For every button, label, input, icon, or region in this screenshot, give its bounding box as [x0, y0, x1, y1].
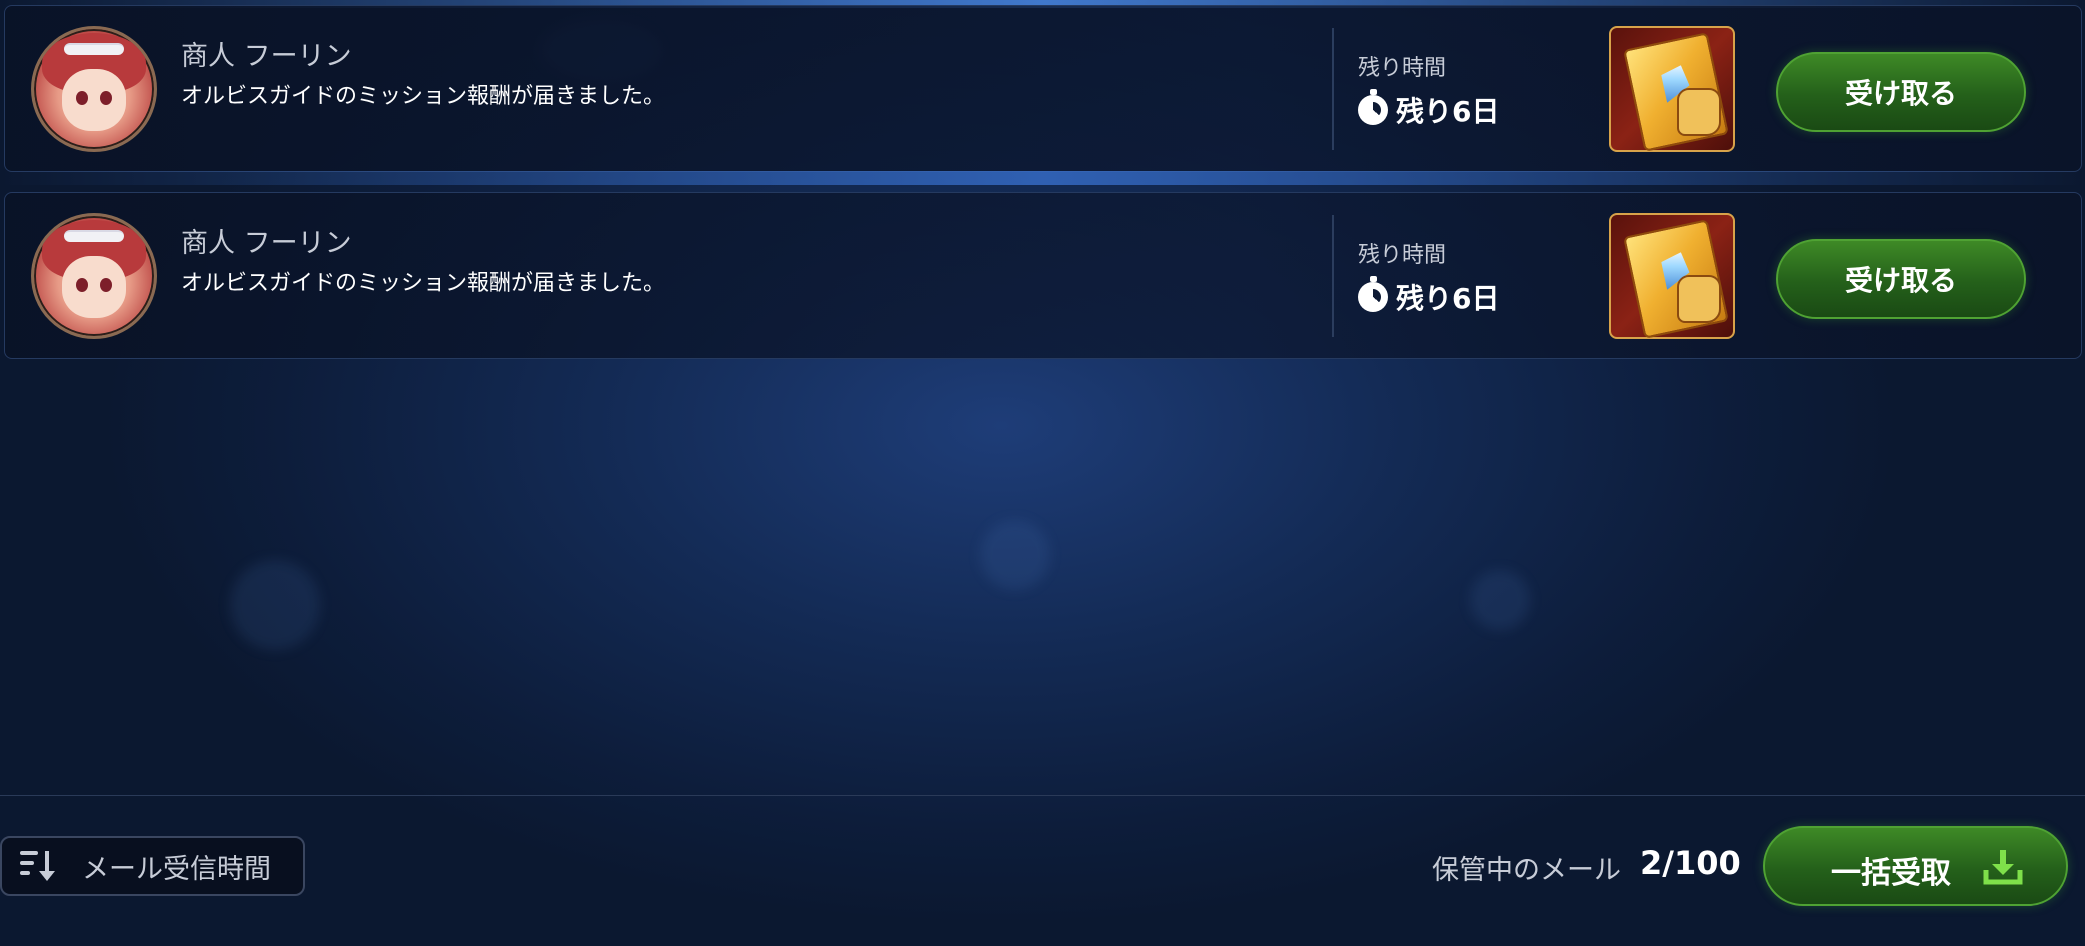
remaining-time-value: 残り6日	[1396, 95, 1500, 128]
golden-guide-book-icon[interactable]	[1609, 26, 1735, 152]
remaining-time-label: 残り時間	[1358, 56, 1447, 81]
mail-item[interactable]: 商人 フーリン オルビスガイドのミッション報酬が届きました。 残り時間 残り6日…	[4, 5, 2082, 172]
mail-item[interactable]: 商人 フーリン オルビスガイドのミッション報酬が届きました。 残り時間 残り6日…	[4, 192, 2082, 359]
mail-sender: 商人 フーリン	[181, 228, 352, 259]
bg-bokeh	[1470, 570, 1530, 630]
divider	[1332, 28, 1334, 150]
merchant-portrait-icon	[31, 213, 157, 339]
sort-button[interactable]: メール受信時間	[0, 836, 305, 896]
remaining-time: 残り6日	[1358, 276, 1500, 317]
mail-sender: 商人 フーリン	[181, 41, 352, 72]
divider	[1332, 215, 1334, 337]
remaining-time-value: 残り6日	[1396, 282, 1500, 315]
stopwatch-icon	[1358, 276, 1388, 312]
mail-message: オルビスガイドのミッション報酬が届きました。	[181, 84, 666, 109]
sort-descending-icon	[20, 849, 60, 883]
remaining-time: 残り6日	[1358, 89, 1500, 130]
claim-all-button[interactable]: 一括受取	[1763, 826, 2068, 906]
stopwatch-icon	[1358, 89, 1388, 125]
download-icon	[1983, 850, 2023, 885]
stored-mail-label: 保管中のメール	[1432, 855, 1621, 886]
bg-bokeh	[980, 520, 1050, 590]
footer-divider	[0, 795, 2085, 796]
mail-message: オルビスガイドのミッション報酬が届きました。	[181, 271, 666, 296]
bg-bokeh	[230, 560, 320, 650]
sort-label: メール受信時間	[82, 853, 271, 885]
stored-mail-count: 2/100	[1640, 844, 1741, 882]
receive-button[interactable]: 受け取る	[1776, 52, 2026, 132]
remaining-time-label: 残り時間	[1358, 243, 1447, 268]
merchant-portrait-icon	[31, 26, 157, 152]
card-separator-glow	[0, 171, 2085, 185]
claim-all-label: 一括受取	[1831, 856, 1951, 891]
golden-guide-book-icon[interactable]	[1609, 213, 1735, 339]
receive-button[interactable]: 受け取る	[1776, 239, 2026, 319]
